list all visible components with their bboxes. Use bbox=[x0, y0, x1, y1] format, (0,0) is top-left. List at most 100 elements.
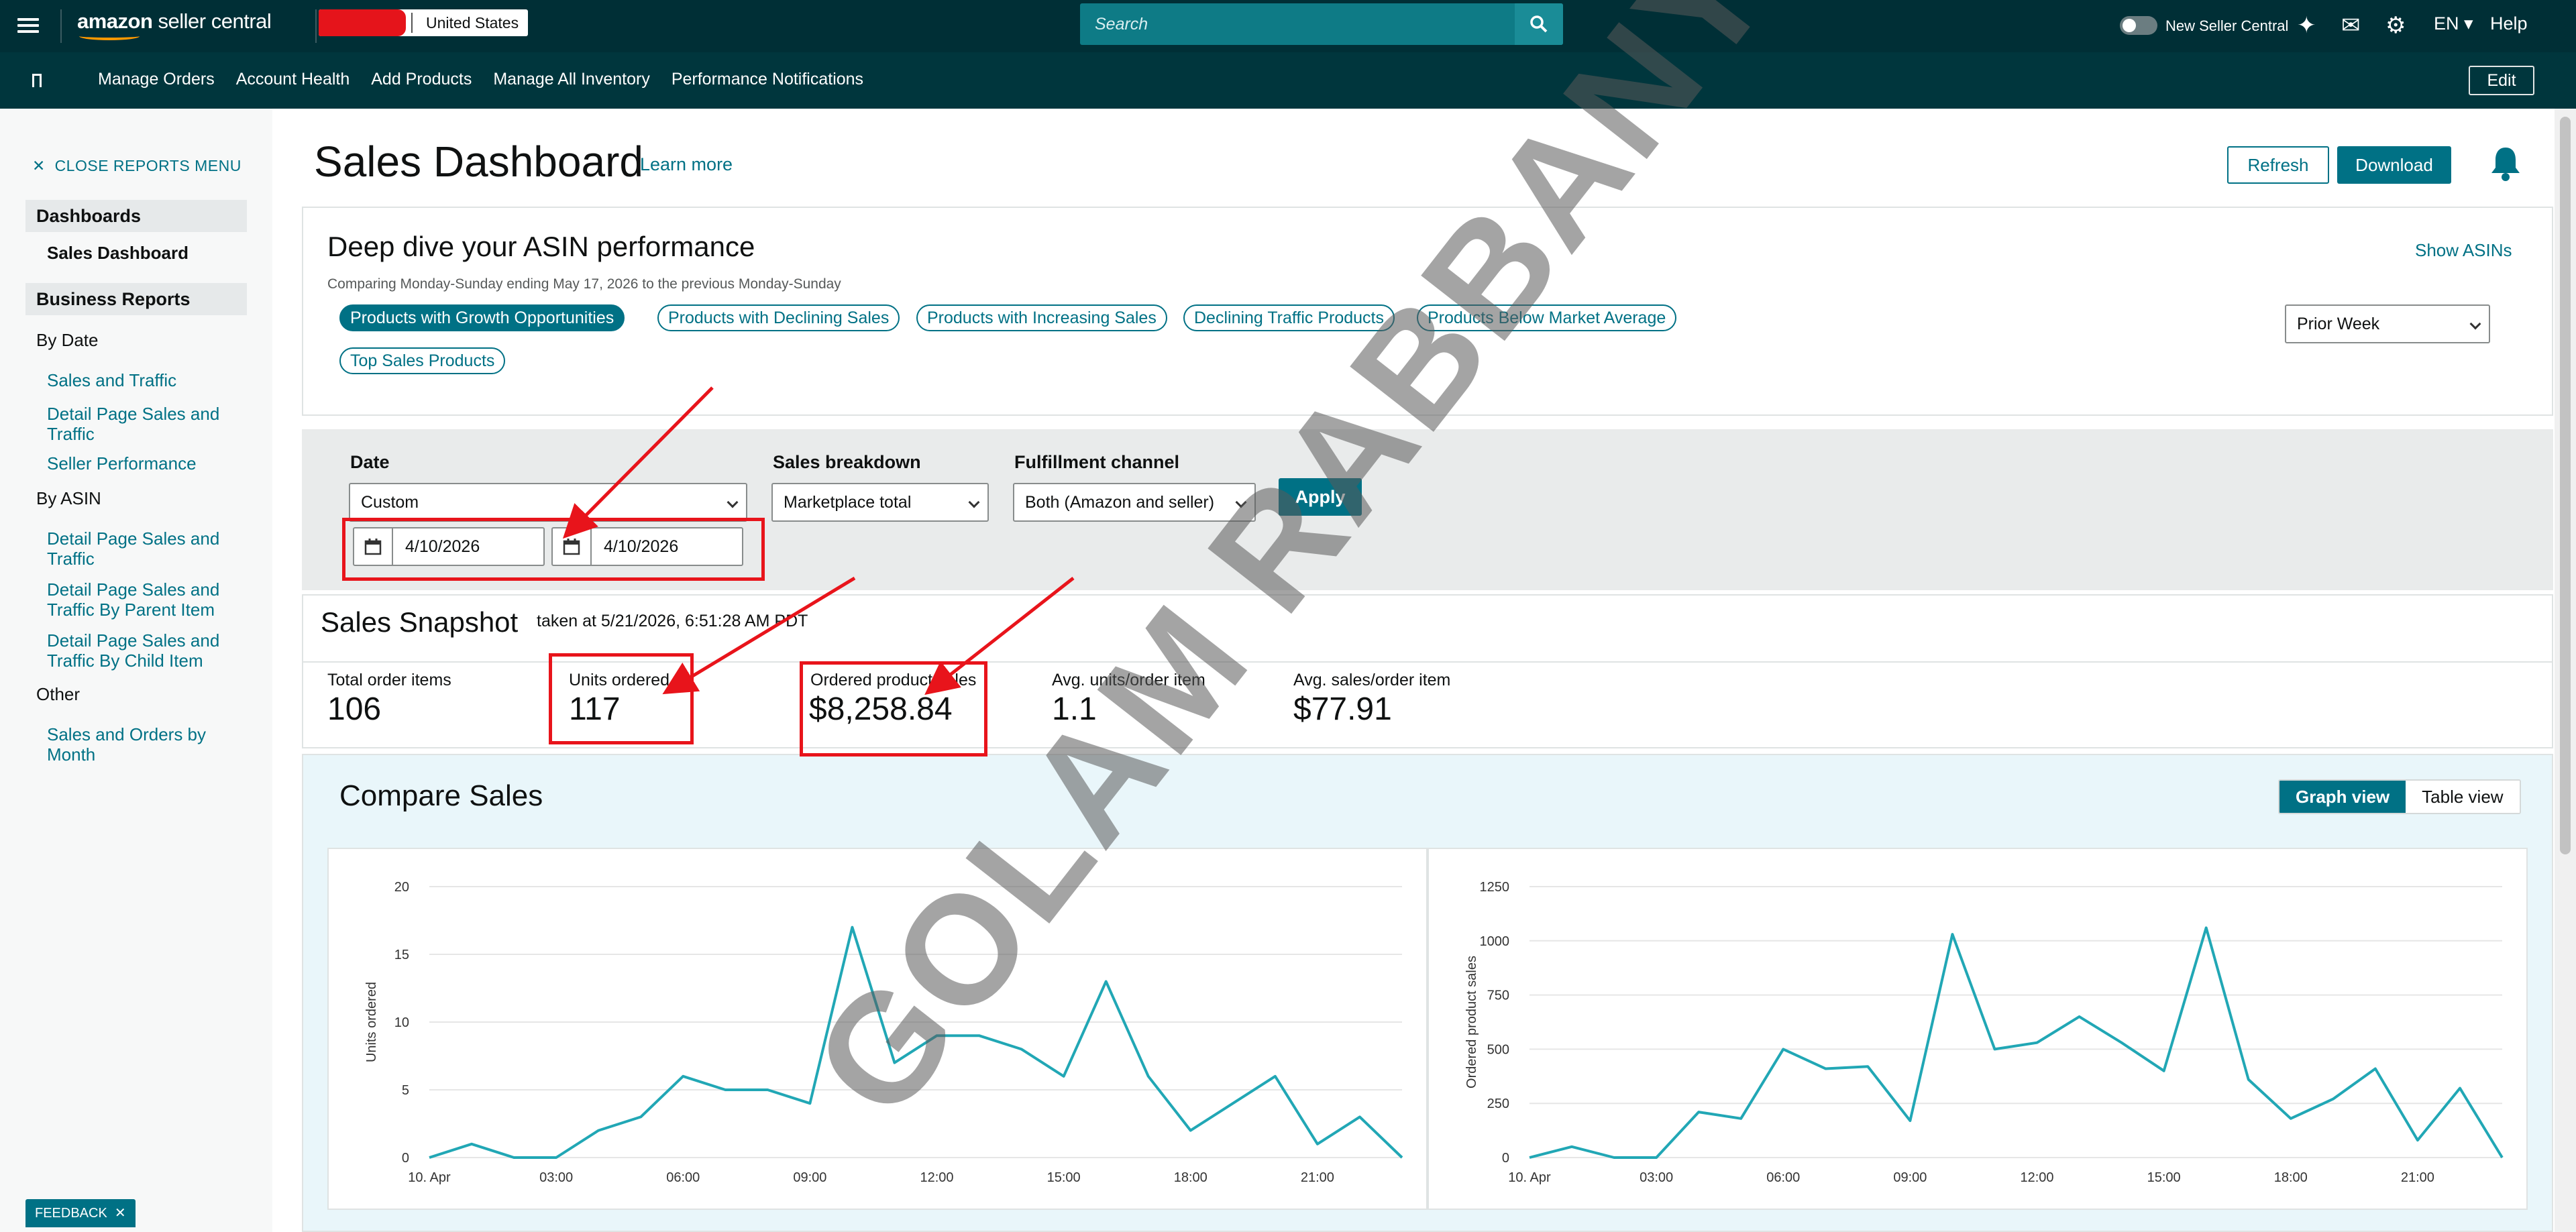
graph-view-tab[interactable]: Graph view bbox=[2279, 781, 2406, 813]
y-axis-label: Units ordered bbox=[364, 982, 379, 1062]
mail-icon[interactable]: ✉ bbox=[2341, 12, 2361, 39]
sidebar-section-business-reports[interactable]: Business Reports bbox=[25, 283, 247, 315]
compare-sales-title: Compare Sales bbox=[339, 779, 543, 812]
sparkle-icon[interactable]: ✦ bbox=[2297, 12, 2316, 39]
date-range-select[interactable]: Custom bbox=[349, 483, 747, 522]
sidebar-item-detail-page-sales[interactable]: Detail Page Sales and Traffic bbox=[47, 404, 248, 444]
x-tick-label: 21:00 bbox=[2401, 1170, 2434, 1185]
y-tick-label: 0 bbox=[402, 1151, 409, 1166]
x-tick-label: 18:00 bbox=[1174, 1170, 1208, 1185]
bookmark-icon[interactable] bbox=[32, 74, 42, 87]
x-tick-label: 12:00 bbox=[920, 1170, 953, 1185]
close-reports-menu[interactable]: ✕ CLOSE REPORTS MENU bbox=[32, 157, 241, 175]
y-tick-label: 500 bbox=[1487, 1042, 1509, 1057]
x-tick-label: 15:00 bbox=[2147, 1170, 2181, 1185]
x-tick-label: 18:00 bbox=[2274, 1170, 2308, 1185]
scrollbar-thumb[interactable] bbox=[2560, 117, 2571, 854]
date-label: Date bbox=[350, 452, 390, 472]
asin-card-title: Deep dive your ASIN performance bbox=[327, 231, 755, 262]
x-tick-label: 03:00 bbox=[1640, 1170, 1673, 1185]
language-selector[interactable]: EN ▾ bbox=[2434, 13, 2473, 34]
sidebar-item-asin-detail[interactable]: Detail Page Sales and Traffic bbox=[47, 528, 248, 569]
page-scrollbar[interactable] bbox=[2555, 109, 2576, 1232]
sidebar-section-dashboards[interactable]: Dashboards bbox=[25, 200, 247, 232]
fulfillment-channel-label: Fulfillment channel bbox=[1014, 452, 1180, 472]
x-tick-label: 06:00 bbox=[1766, 1170, 1800, 1185]
x-tick-label: 12:00 bbox=[2020, 1170, 2053, 1185]
search-icon bbox=[1530, 15, 1548, 33]
metric-value-avg-sales: $77.91 bbox=[1293, 691, 1392, 727]
search-button[interactable] bbox=[1515, 3, 1563, 45]
store-selector[interactable]: United States bbox=[319, 9, 528, 36]
new-seller-central-toggle[interactable] bbox=[2120, 16, 2157, 35]
y-tick-label: 250 bbox=[1487, 1097, 1509, 1111]
sidebar-heading-by-asin: By ASIN bbox=[36, 488, 101, 508]
help-link[interactable]: Help bbox=[2490, 13, 2528, 34]
sidebar-item-sales-orders-month[interactable]: Sales and Orders by Month bbox=[47, 724, 248, 765]
chip-increasing-sales[interactable]: Products with Increasing Sales bbox=[916, 304, 1167, 331]
refresh-button[interactable]: Refresh bbox=[2227, 146, 2329, 184]
chip-growth-opportunities[interactable]: Products with Growth Opportunities bbox=[339, 304, 625, 331]
gear-icon[interactable]: ⚙ bbox=[2385, 12, 2406, 39]
x-tick-label: 09:00 bbox=[793, 1170, 826, 1185]
sidebar-item-seller-performance[interactable]: Seller Performance bbox=[47, 453, 248, 473]
bell-icon[interactable] bbox=[2489, 145, 2522, 182]
snapshot-title: Sales Snapshot bbox=[321, 606, 519, 638]
annotation-box-dates bbox=[342, 518, 765, 581]
y-tick-label: 0 bbox=[1502, 1151, 1509, 1166]
y-tick-label: 1000 bbox=[1480, 934, 1510, 949]
divider bbox=[315, 9, 317, 43]
series-line bbox=[1529, 926, 2504, 1159]
search-input[interactable]: Search bbox=[1080, 15, 1515, 34]
feedback-button[interactable]: FEEDBACK ✕ bbox=[25, 1199, 136, 1227]
logo-smile-icon bbox=[79, 32, 140, 40]
y-tick-label: 750 bbox=[1487, 989, 1509, 1003]
x-tick-label: 03:00 bbox=[539, 1170, 573, 1185]
sidebar-item-sales-traffic[interactable]: Sales and Traffic bbox=[47, 370, 248, 390]
annotation-box-sales bbox=[800, 661, 987, 757]
edit-nav-button[interactable]: Edit bbox=[2469, 66, 2534, 95]
sidebar-heading-by-date: By Date bbox=[36, 330, 99, 350]
top-bar: amazon seller central United States Sear… bbox=[0, 0, 2576, 52]
x-tick-label: 10. Apr bbox=[1508, 1170, 1551, 1185]
y-tick-label: 10 bbox=[394, 1015, 409, 1030]
nav-manage-orders[interactable]: Manage Orders bbox=[98, 70, 215, 89]
chip-declining-sales[interactable]: Products with Declining Sales bbox=[657, 304, 900, 331]
snapshot-timestamp: taken at 5/21/2026, 6:51:28 AM PDT bbox=[537, 612, 808, 630]
divider bbox=[60, 9, 62, 43]
chip-top-sales[interactable]: Top Sales Products bbox=[339, 347, 506, 374]
x-tick-label: 09:00 bbox=[1893, 1170, 1927, 1185]
sidebar-item-asin-parent[interactable]: Detail Page Sales and Traffic By Parent … bbox=[47, 579, 248, 620]
sidebar-heading-other: Other bbox=[36, 684, 80, 704]
nav-links: Manage Orders Account Health Add Product… bbox=[98, 70, 863, 89]
ordered-sales-chart-panel: 0 250 500 750 1000 1250 10. Apr 03:00 06:00 09:00… bbox=[1428, 848, 2528, 1210]
new-seller-central-label: New Seller Central bbox=[2165, 17, 2289, 34]
show-asins-link[interactable]: Show ASINs bbox=[2415, 240, 2512, 261]
table-view-tab[interactable]: Table view bbox=[2406, 781, 2520, 813]
y-tick-label: 15 bbox=[394, 948, 409, 962]
nav-manage-all-inventory[interactable]: Manage All Inventory bbox=[493, 70, 649, 89]
store-country: United States bbox=[411, 13, 519, 33]
x-tick-label: 06:00 bbox=[666, 1170, 700, 1185]
nav-add-products[interactable]: Add Products bbox=[371, 70, 472, 89]
reports-sidebar: ✕ CLOSE REPORTS MENU Dashboards Sales Da… bbox=[0, 109, 272, 1232]
sidebar-item-asin-child[interactable]: Detail Page Sales and Traffic By Child I… bbox=[47, 630, 248, 671]
ordered-sales-chart: 0 250 500 750 1000 1250 10. Apr 03:00 06:00 09:00… bbox=[1464, 880, 2504, 1185]
nav-bar: Manage Orders Account Health Add Product… bbox=[0, 52, 2576, 109]
metric-value-total-order-items: 106 bbox=[327, 691, 382, 727]
download-button[interactable]: Download bbox=[2337, 146, 2451, 184]
y-tick-label: 5 bbox=[402, 1083, 409, 1098]
hamburger-menu-icon[interactable] bbox=[17, 15, 39, 36]
sales-breakdown-select[interactable]: Marketplace total bbox=[771, 483, 989, 522]
redacted-store-name bbox=[319, 9, 406, 36]
period-select[interactable]: Prior Week bbox=[2285, 304, 2490, 343]
search-bar[interactable]: Search bbox=[1080, 3, 1563, 45]
seller-central-logo[interactable]: amazon seller central bbox=[77, 9, 272, 34]
sidebar-item-sales-dashboard[interactable]: Sales Dashboard bbox=[47, 243, 248, 263]
nav-account-health[interactable]: Account Health bbox=[236, 70, 350, 89]
y-axis-label: Ordered product sales bbox=[1464, 956, 1479, 1088]
learn-more-link[interactable]: Learn more bbox=[640, 154, 733, 175]
x-tick-label: 15:00 bbox=[1047, 1170, 1081, 1185]
x-tick-label: 21:00 bbox=[1301, 1170, 1334, 1185]
nav-performance-notifications[interactable]: Performance Notifications bbox=[672, 70, 863, 89]
